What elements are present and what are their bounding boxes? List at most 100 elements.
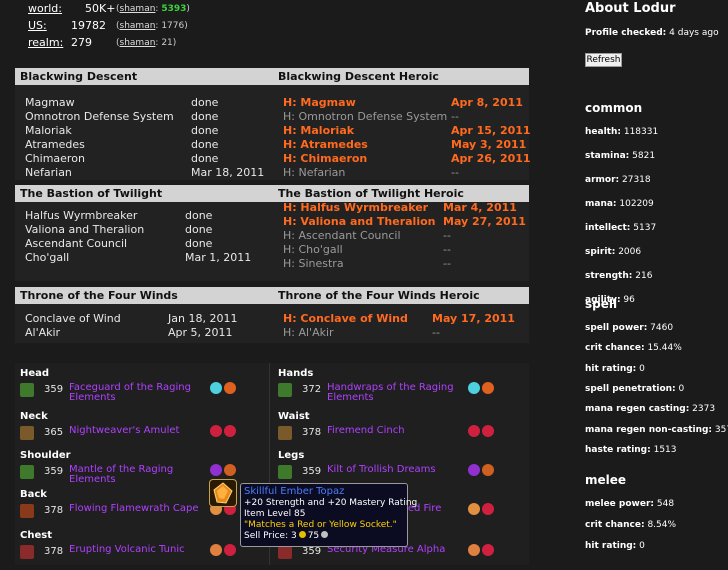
- stat-value: 0: [678, 383, 685, 394]
- rank-world-shaman: (shaman: 5393): [116, 4, 190, 14]
- item-level: 359: [302, 466, 322, 477]
- stat-value: 8.54%: [647, 520, 677, 530]
- item-link[interactable]: Nightweaver's Amulet: [69, 426, 219, 436]
- item-icon[interactable]: [278, 545, 292, 559]
- heroic-boss-status: May 27, 2011: [443, 215, 526, 228]
- raid-title-heroic: Throne of the Four Winds Heroic: [278, 289, 480, 302]
- heroic-boss-status: --: [443, 257, 451, 270]
- heroic-boss-name: H: Halfus Wyrmbreaker: [283, 201, 429, 214]
- silver-coin-icon: [321, 531, 329, 538]
- stat-row: intellect: 5137: [585, 223, 656, 233]
- raid-title-heroic: The Bastion of Twilight Heroic: [278, 187, 464, 200]
- stat-row: spell power: 7460: [585, 323, 673, 333]
- stat-label: hit rating:: [585, 363, 637, 374]
- stat-label: strength:: [585, 271, 633, 281]
- boss-status: done: [191, 110, 219, 123]
- socket-gem-icon: [210, 464, 222, 476]
- gear-slot-name: Shoulder: [20, 450, 71, 461]
- stat-value: 1513: [653, 444, 677, 455]
- item-icon[interactable]: [20, 426, 34, 440]
- boss-name: Al'Akir: [25, 326, 61, 339]
- socket-gem-icon: [468, 544, 480, 556]
- item-icon[interactable]: [20, 383, 34, 397]
- boss-status: done: [185, 237, 213, 250]
- item-icon[interactable]: [20, 465, 34, 479]
- item-icon[interactable]: [278, 465, 292, 479]
- gear-slot-name: Waist: [278, 411, 310, 422]
- heroic-boss-status: --: [451, 166, 459, 179]
- stat-row: melee power: 548: [585, 499, 674, 509]
- rank-us-link[interactable]: US:: [28, 18, 68, 34]
- item-level: 378: [44, 505, 64, 516]
- gem-icon: [209, 479, 237, 507]
- item-level: 359: [302, 546, 322, 557]
- stats-section-title: spell: [585, 297, 618, 311]
- stat-row: hit rating: 0: [585, 541, 645, 551]
- socket-gem-icon: [210, 425, 222, 437]
- socket-gem-icon: [482, 425, 494, 437]
- item-link[interactable]: Flowing Flamewrath Cape: [69, 504, 219, 514]
- stat-row: health: 118331: [585, 127, 658, 137]
- socket-gem-icon: [482, 544, 494, 556]
- item-icon[interactable]: [20, 545, 34, 559]
- tooltip-item-level: Item Level 85: [244, 509, 306, 519]
- socket-gem-icon: [482, 503, 494, 515]
- stat-value: 548: [656, 499, 675, 509]
- gear-slot: Waist 378 Firemend Cinch: [278, 411, 518, 451]
- item-link[interactable]: Erupting Volcanic Tunic: [69, 545, 219, 555]
- boss-name: Ascendant Council: [25, 237, 128, 250]
- item-link[interactable]: Firemend Cinch: [327, 426, 477, 436]
- gear-slot-name: Chest: [20, 530, 52, 541]
- item-level: 378: [44, 546, 64, 557]
- rank-world-link[interactable]: world:: [28, 1, 68, 17]
- heroic-boss-status: Apr 15, 2011: [451, 124, 531, 137]
- heroic-boss-name: H: Omnotron Defense System: [283, 110, 448, 123]
- stat-row: armor: 27318: [585, 175, 651, 185]
- raid-block: The Bastion of Twilight The Bastion of Tw…: [15, 185, 529, 281]
- item-icon[interactable]: [278, 426, 292, 440]
- stat-label: stamina:: [585, 151, 630, 161]
- item-level: 365: [44, 427, 64, 438]
- boss-name: Nefarian: [25, 166, 72, 179]
- item-link[interactable]: Handwraps of the Raging Elements: [327, 383, 477, 403]
- boss-name: Chimaeron: [25, 152, 85, 165]
- stat-row: crit chance: 15.44%: [585, 343, 682, 353]
- socket-gem-icon: [468, 503, 480, 515]
- gear-slot-name: Head: [20, 368, 50, 379]
- gear-slot-name: Legs: [278, 450, 305, 461]
- stats-section-title: common: [585, 101, 643, 115]
- boss-status: done: [191, 152, 219, 165]
- stat-label: mana:: [585, 199, 617, 209]
- item-link[interactable]: Kilt of Trollish Dreams: [327, 465, 477, 475]
- raid-title-heroic: Blackwing Descent Heroic: [278, 70, 439, 83]
- sidebar-title: About Lodur: [585, 1, 676, 16]
- stat-label: intellect:: [585, 223, 631, 233]
- item-level: 359: [44, 384, 64, 395]
- heroic-boss-status: --: [443, 243, 451, 256]
- socket-gem-icon: [210, 544, 222, 556]
- boss-status: done: [185, 223, 213, 236]
- refresh-button[interactable]: Refresh: [585, 53, 622, 67]
- heroic-boss-name: H: Nefarian: [283, 166, 346, 179]
- boss-name: Maloriak: [25, 124, 72, 137]
- rank-realm-link[interactable]: realm:: [28, 35, 68, 51]
- socket-gem-icon: [224, 382, 236, 394]
- tooltip-stats: +20 Strength and +20 Mastery Rating: [244, 498, 418, 508]
- stat-value: 2006: [618, 247, 642, 257]
- gear-slot: Chest 378 Erupting Volcanic Tunic: [20, 530, 260, 570]
- item-icon[interactable]: [20, 504, 34, 518]
- boss-name: Atramedes: [25, 138, 85, 151]
- item-link[interactable]: Faceguard of the Raging Elements: [69, 383, 219, 403]
- heroic-boss-name: H: Chimaeron: [283, 152, 368, 165]
- stat-value: 7460: [650, 323, 674, 333]
- item-icon[interactable]: [278, 383, 292, 397]
- boss-status: done: [185, 209, 213, 222]
- boss-status: Mar 1, 2011: [185, 251, 252, 264]
- heroic-boss-name: H: Ascendant Council: [283, 229, 401, 242]
- socket-gem-icon: [482, 464, 494, 476]
- stat-label: mana regen non-casting:: [585, 424, 713, 435]
- boss-name: Conclave of Wind: [25, 312, 121, 325]
- boss-status: done: [191, 124, 219, 137]
- item-link[interactable]: Mantle of the Raging Elements: [69, 465, 219, 485]
- raid-block: Blackwing Descent Blackwing Descent Heroi…: [15, 68, 531, 180]
